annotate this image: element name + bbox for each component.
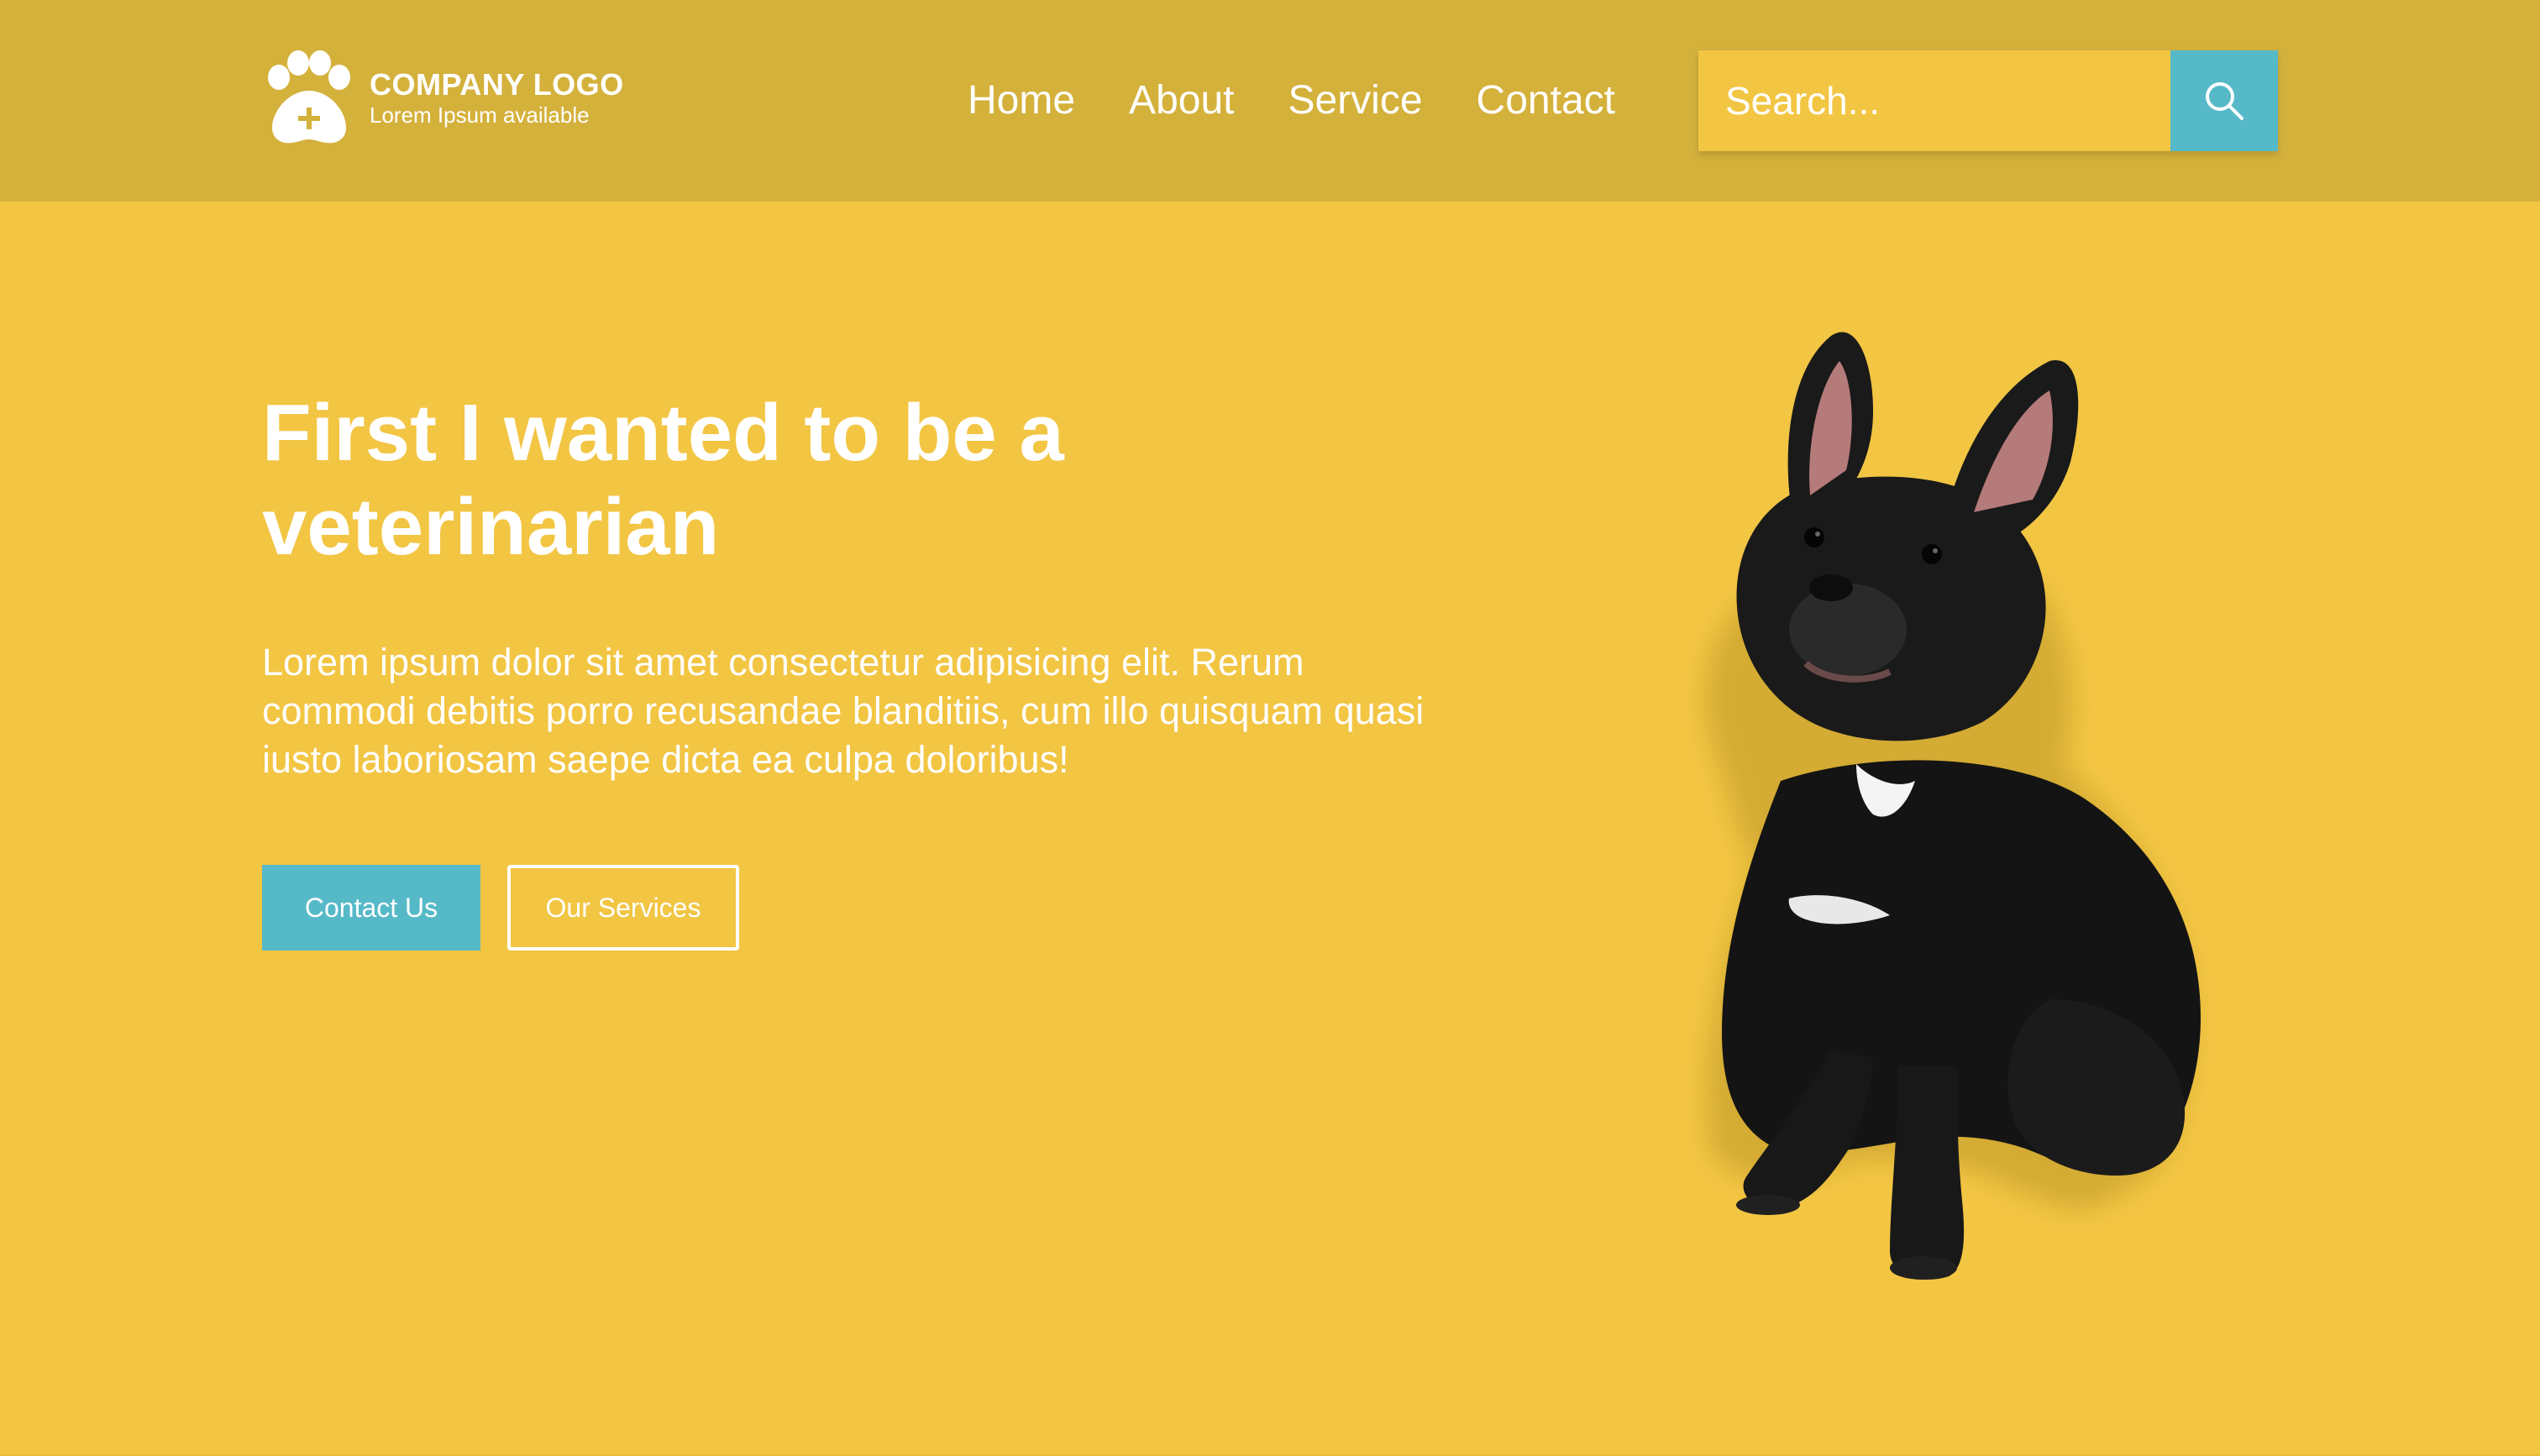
nav-link-service[interactable]: Service [1288,71,1422,131]
french-bulldog-image [1705,332,2201,1280]
nav-link-about[interactable]: About [1129,71,1234,131]
logo-title: COMPANY LOGO [370,67,624,102]
hero-description: Lorem ipsum dolor sit amet consectetur a… [262,641,1425,781]
search-input[interactable] [1698,50,2170,151]
logo-subtitle: Lorem Ipsum available [370,102,590,128]
search-bar [1698,50,2278,151]
contact-us-button[interactable]: Contact Us [262,865,480,951]
nav-link-home[interactable]: Home [968,71,1075,131]
main-nav: Home About Service Contact [968,71,1669,131]
company-logo[interactable]: COMPANY LOGO Lorem Ipsum available [260,47,624,148]
hero-title: First I wanted to be a veterinarian [262,388,1064,572]
search-icon [2206,82,2243,120]
paw-plus-icon [268,50,350,144]
our-services-button[interactable]: Our Services [507,865,739,951]
nav-link-contact[interactable]: Contact [1477,71,1615,131]
search-button[interactable] [2170,50,2278,151]
page: COMPANY LOGO Lorem Ipsum available Home … [0,0,2540,1456]
navbar: COMPANY LOGO Lorem Ipsum available Home … [0,0,2540,202]
